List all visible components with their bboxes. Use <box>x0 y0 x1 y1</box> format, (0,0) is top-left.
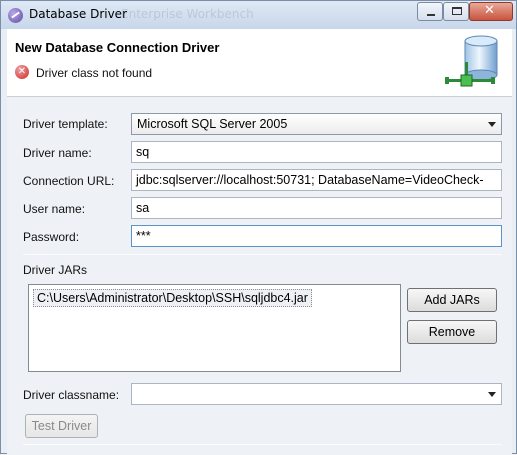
error-icon: ✕ <box>15 65 29 79</box>
user-name-label: User name: <box>23 202 86 216</box>
password-input[interactable]: *** <box>131 225 502 247</box>
error-message: Driver class not found <box>36 66 153 80</box>
user-name-input[interactable]: sa <box>131 197 502 219</box>
connection-url-input[interactable]: jdbc:sqlserver://localhost:50731; Databa… <box>131 169 502 191</box>
driver-jars-list[interactable]: C:\Users\Administrator\Desktop\SSH\sqljd… <box>28 284 401 372</box>
driver-classname-select[interactable] <box>131 383 502 405</box>
chevron-down-icon <box>488 392 496 397</box>
chevron-down-icon <box>488 122 496 127</box>
minimize-button[interactable] <box>417 2 443 21</box>
background-window-title: Enterprise Workbench <box>121 7 254 21</box>
driver-name-label: Driver name: <box>23 146 92 160</box>
dialog-body: Driver template: Microsoft SQL Server 20… <box>7 97 512 455</box>
database-driver-dialog: Database Driver Enterprise Workbench ✕ N… <box>0 0 517 455</box>
header-title: New Database Connection Driver <box>15 40 220 55</box>
title-bar[interactable]: Database Driver Enterprise Workbench ✕ <box>1 1 516 29</box>
driver-template-label: Driver template: <box>23 117 108 131</box>
connection-url-label: Connection URL: <box>23 174 115 188</box>
maximize-button[interactable] <box>443 2 469 21</box>
add-jars-button[interactable]: Add JARs <box>407 288 497 312</box>
dialog-header: New Database Connection Driver ✕ Driver … <box>7 29 512 97</box>
close-icon: ✕ <box>484 3 495 18</box>
driver-name-input[interactable]: sq <box>131 141 502 163</box>
list-item[interactable]: C:\Users\Administrator\Desktop\SSH\sqljd… <box>33 289 312 307</box>
database-network-icon <box>445 35 498 87</box>
window-title: Database Driver <box>29 7 127 21</box>
bottom-divider <box>23 444 502 445</box>
driver-template-value: Microsoft SQL Server 2005 <box>137 117 288 131</box>
maximize-icon <box>452 7 462 15</box>
close-button[interactable]: ✕ <box>469 2 513 21</box>
driver-classname-label: Driver classname: <box>23 388 120 402</box>
divider <box>23 254 502 255</box>
app-icon <box>8 8 23 23</box>
minimize-icon <box>427 14 435 16</box>
test-driver-button[interactable]: Test Driver <box>25 414 98 438</box>
password-label: Password: <box>23 230 80 244</box>
driver-template-select[interactable]: Microsoft SQL Server 2005 <box>131 113 502 135</box>
driver-jars-label: Driver JARs <box>23 263 88 277</box>
remove-button[interactable]: Remove <box>407 320 497 344</box>
